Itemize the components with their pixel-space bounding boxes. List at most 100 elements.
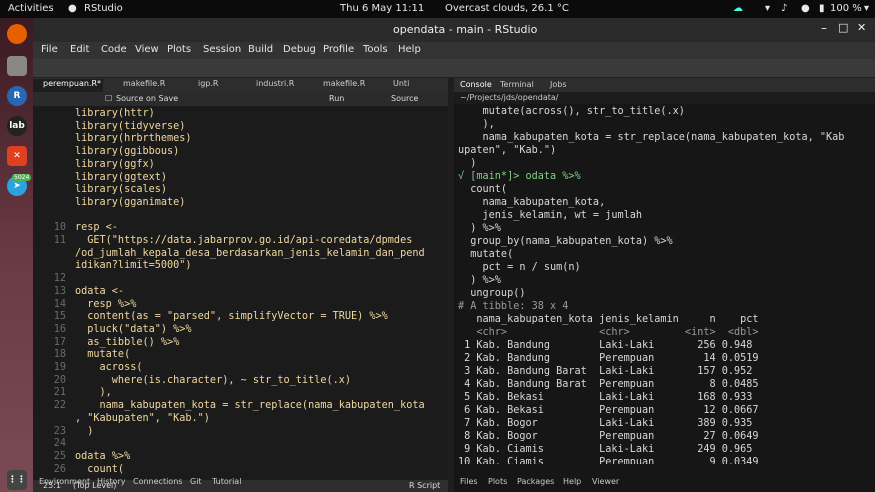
console-line: jenis_kelamin, wt = jumlah (458, 210, 643, 221)
tab-makefile-1[interactable]: makefile.R (113, 79, 185, 92)
code-line: where(is.character), ~ str_to_title(.x) (75, 374, 352, 386)
tab-viewer[interactable]: Viewer (592, 477, 619, 486)
line-number: 14 (53, 298, 66, 310)
menu-file[interactable]: File (41, 44, 58, 55)
tab-industri[interactable]: industri.R (246, 79, 316, 92)
console-line: nama_kabupaten_kota = str_replace(nama_k… (458, 132, 845, 143)
console-line: mutate( (458, 249, 514, 260)
line-number: 23 (53, 425, 66, 437)
code-line: as_tibble() %>% (75, 336, 180, 348)
tab-tutorial[interactable]: Tutorial (212, 477, 241, 486)
source-pane: perempuan.R* makefile.R igp.R industri.R… (33, 78, 448, 492)
battery-level: 100 % (830, 3, 862, 14)
code-line: odata <- (75, 285, 125, 297)
tab-history[interactable]: History (97, 477, 125, 486)
close-button[interactable]: ✕ (857, 21, 866, 34)
menu-debug[interactable]: Debug (283, 44, 316, 55)
wifi-icon[interactable]: ▾ (765, 3, 770, 14)
source-on-save-checkbox[interactable]: ☐ (105, 94, 112, 103)
code-line: library(ggtext) (75, 171, 168, 183)
editor-toolbar: ☐ Source on Save Run Source (33, 92, 448, 106)
console-line: ), (458, 119, 495, 130)
menu-edit[interactable]: Edit (70, 44, 89, 55)
tab-environment[interactable]: Environment (39, 477, 90, 486)
console-line: 2 Kab. Bandung Perempuan 14 0.0519 (458, 353, 759, 364)
run-button[interactable]: Run (329, 94, 344, 103)
code-line: ) (75, 425, 94, 437)
menu-profile[interactable]: Profile (323, 44, 354, 55)
tab-untitled[interactable]: Unti (383, 79, 428, 92)
maximize-button[interactable]: □ (838, 21, 848, 34)
console-line: ) (458, 158, 477, 169)
code-editor[interactable]: library(httr) library(tidyverse) library(h… (33, 106, 448, 480)
activities-button[interactable]: Activities (8, 3, 54, 14)
line-number: 18 (53, 349, 66, 361)
window-title: opendata - main - RStudio (393, 23, 538, 36)
line-number: 13 (53, 285, 66, 297)
console-path: ~/Projects/jds/opendata/ (454, 92, 875, 104)
app-menu[interactable]: RStudio (84, 3, 123, 14)
working-directory[interactable]: ~/Projects/jds/opendata/ (460, 93, 558, 102)
clock[interactable]: Thu 6 May 11:11 (340, 3, 424, 14)
code-line: resp <- (75, 222, 118, 234)
code-line: nama_kabupaten_kota = str_replace(nama_k… (75, 400, 425, 412)
menu-session[interactable]: Session (203, 44, 241, 55)
console-line: 4 Kab. Bandung Barat Perempuan 8 0.0485 (458, 379, 759, 390)
console-line: 1 Kab. Bandung Laki-Laki 256 0.948 (458, 340, 753, 351)
weather-status[interactable]: Overcast clouds, 26.1 °C (445, 3, 569, 14)
power-menu-icon[interactable]: ▾ (864, 3, 869, 14)
line-number: 10 (53, 222, 66, 234)
tab-perempuan[interactable]: perempuan.R* (33, 79, 103, 92)
code-line: resp %>% (75, 298, 137, 310)
console-line: 6 Kab. Bekasi Perempuan 12 0.0667 (458, 405, 759, 416)
volume-icon[interactable]: ♪ (781, 3, 787, 14)
lab-icon[interactable]: lab (7, 116, 27, 136)
title-bar: opendata - main - RStudio – □ ✕ (33, 18, 875, 42)
console-output[interactable]: mutate(across(), str_to_title(.x) ), nam… (454, 104, 875, 464)
minimize-button[interactable]: – (821, 21, 827, 35)
tab-igp[interactable]: igp.R (188, 79, 248, 92)
firefox-icon[interactable] (7, 24, 27, 44)
tab-connections[interactable]: Connections (133, 477, 182, 486)
tab-terminal[interactable]: Terminal (500, 80, 534, 89)
tab-help[interactable]: Help (563, 477, 581, 486)
code-line: library(ggibbous) (75, 146, 180, 158)
source-button[interactable]: Source (391, 94, 418, 103)
r-icon[interactable]: R (7, 86, 27, 106)
menu-help[interactable]: Help (398, 44, 421, 55)
files-icon[interactable] (7, 56, 27, 76)
file-type[interactable]: R Script (409, 481, 440, 490)
tab-git[interactable]: Git (190, 477, 202, 486)
mic-icon[interactable]: ● (801, 3, 810, 14)
tab-makefile-2[interactable]: makefile.R (313, 79, 383, 92)
code-line: library(tidyverse) (75, 120, 186, 132)
line-number: 20 (53, 374, 66, 386)
app-grid-icon[interactable]: ⋮⋮ (7, 470, 27, 490)
tab-files[interactable]: Files (460, 477, 478, 486)
tab-jobs[interactable]: Jobs (550, 80, 567, 89)
line-number: 15 (53, 311, 66, 323)
menu-tools[interactable]: Tools (363, 44, 388, 55)
battery-icon: ▮ (819, 3, 825, 14)
console-line: mutate(across(), str_to_title(.x) (458, 106, 685, 117)
console-line: 9 Kab. Ciamis Laki-Laki 249 0.965 (458, 444, 753, 455)
tab-packages[interactable]: Packages (517, 477, 554, 486)
tab-plots[interactable]: Plots (488, 477, 507, 486)
main-toolbar (33, 59, 875, 78)
console-tabs: Console Terminal Jobs (454, 78, 875, 92)
x-icon[interactable]: ✕ (7, 146, 27, 166)
line-number: 12 (53, 273, 66, 285)
console-line: # A tibble: 38 x 4 (458, 301, 569, 312)
code-line: ), (75, 387, 112, 399)
menu-build[interactable]: Build (248, 44, 273, 55)
console-line: upaten", "Kab.") (458, 145, 557, 156)
code-line: /od_jumlah_kepala_desa_berdasarkan_jenis… (75, 247, 425, 259)
code-line: library(gganimate) (75, 196, 186, 208)
source-on-save-label: Source on Save (116, 94, 179, 103)
menu-plots[interactable]: Plots (167, 44, 191, 55)
tab-console[interactable]: Console (460, 80, 492, 89)
menu-view[interactable]: View (135, 44, 159, 55)
menu-code[interactable]: Code (101, 44, 127, 55)
line-number: 26 (53, 463, 66, 475)
dock: R lab ✕ ➤ 5024 ⋮⋮ (0, 18, 33, 492)
